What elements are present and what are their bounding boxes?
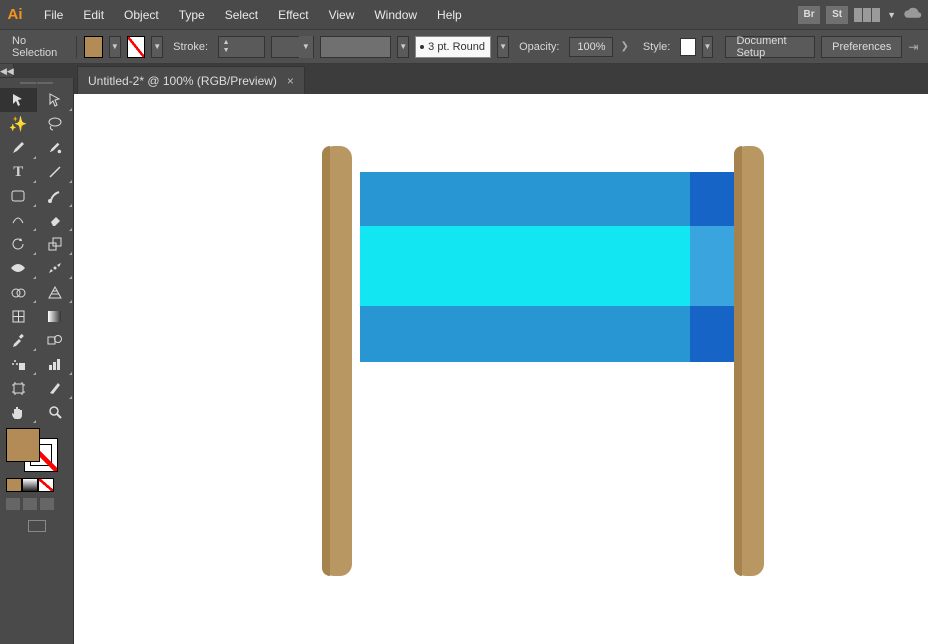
arrange-documents-button[interactable] — [854, 8, 881, 22]
selection-tool[interactable] — [0, 88, 37, 112]
document-tab[interactable]: Untitled-2* @ 100% (RGB/Preview) × — [77, 66, 305, 94]
fill-swatch[interactable] — [84, 36, 103, 58]
width-tool[interactable] — [0, 256, 37, 280]
blend-tool[interactable] — [37, 328, 74, 352]
panel-collapse-button[interactable]: ◀◀ — [0, 64, 14, 78]
color-mode-none[interactable] — [38, 478, 54, 492]
left-post-shape — [322, 146, 352, 576]
menu-help[interactable]: Help — [427, 0, 472, 30]
style-dropdown[interactable]: ▼ — [702, 36, 714, 58]
app-logo: Ai — [4, 4, 26, 26]
free-transform-tool[interactable] — [37, 256, 74, 280]
tools-panel: ✨ T — [0, 78, 74, 644]
opacity-flyout[interactable]: ❯ — [616, 41, 632, 52]
preferences-button[interactable]: Preferences — [821, 36, 902, 58]
color-mode-solid[interactable] — [6, 478, 22, 492]
graphic-style-swatch[interactable] — [680, 38, 695, 56]
gpu-icon[interactable] — [902, 6, 924, 24]
stroke-profile-dropdown[interactable]: ▼ — [497, 36, 509, 58]
gradient-tool[interactable] — [37, 304, 74, 328]
color-mode-gradient[interactable] — [22, 478, 38, 492]
scale-tool[interactable] — [37, 232, 74, 256]
menu-select[interactable]: Select — [215, 0, 268, 30]
style-label: Style: — [639, 39, 675, 55]
line-tool[interactable] — [37, 160, 74, 184]
draw-behind[interactable] — [23, 498, 37, 510]
brush-dropdown[interactable]: ▼ — [397, 36, 409, 58]
menu-type[interactable]: Type — [169, 0, 215, 30]
close-tab-icon[interactable]: × — [287, 74, 294, 88]
opacity-input[interactable]: 100% — [569, 37, 613, 57]
lasso-tool[interactable] — [37, 112, 74, 136]
stroke-swatch[interactable] — [127, 36, 146, 58]
perspective-tool[interactable] — [37, 280, 74, 304]
fill-stroke-indicator[interactable] — [0, 424, 73, 536]
type-tool[interactable]: T — [0, 160, 37, 184]
menu-file[interactable]: File — [34, 0, 73, 30]
mesh-tool[interactable] — [0, 304, 37, 328]
artboard-tool[interactable] — [0, 376, 37, 400]
draw-mode-row — [6, 498, 67, 510]
menu-object[interactable]: Object — [114, 0, 169, 30]
screen-mode-button[interactable] — [28, 520, 46, 532]
magic-wand-tool[interactable]: ✨ — [0, 112, 37, 136]
slice-tool[interactable] — [37, 376, 74, 400]
stroke-dropdown[interactable]: ▼ — [151, 36, 163, 58]
artboard-canvas[interactable] — [74, 94, 928, 644]
bridge-button[interactable]: Br — [798, 6, 820, 24]
hand-tool[interactable] — [0, 400, 37, 424]
control-overflow-icon[interactable]: ⇥ — [908, 40, 920, 54]
variable-width-profile[interactable]: ▼ — [271, 36, 314, 58]
control-bar: No Selection ▼ ▼ Stroke: ▲▼ ▼ ▼ 3 pt. Ro… — [0, 30, 928, 64]
stroke-profile-select[interactable]: 3 pt. Round — [415, 36, 491, 58]
symbol-sprayer-tool[interactable] — [0, 352, 37, 376]
shaper-tool[interactable] — [0, 208, 37, 232]
graph-tool[interactable] — [37, 352, 74, 376]
selection-status: No Selection — [8, 33, 68, 61]
stroke-label: Stroke: — [169, 39, 212, 55]
right-post-shape — [734, 146, 764, 576]
document-setup-button[interactable]: Document Setup — [725, 36, 815, 58]
color-mode-row — [6, 478, 67, 492]
fill-color-swatch[interactable] — [6, 428, 40, 462]
document-tab-bar: Untitled-2* @ 100% (RGB/Preview) × — [0, 64, 928, 94]
brush-definition[interactable] — [320, 36, 391, 58]
rectangle-tool[interactable] — [0, 184, 37, 208]
menu-edit[interactable]: Edit — [73, 0, 114, 30]
zoom-tool[interactable] — [37, 400, 74, 424]
menubar: Ai File Edit Object Type Select Effect V… — [0, 0, 928, 30]
shape-builder-tool[interactable] — [0, 280, 37, 304]
eraser-tool[interactable] — [37, 208, 74, 232]
direct-selection-tool[interactable] — [37, 88, 74, 112]
stock-button[interactable]: St — [826, 6, 848, 24]
brush-tool[interactable] — [37, 184, 74, 208]
fill-dropdown[interactable]: ▼ — [109, 36, 121, 58]
panel-gripper[interactable] — [0, 78, 73, 88]
rotate-tool[interactable] — [0, 232, 37, 256]
menu-effect[interactable]: Effect — [268, 0, 318, 30]
opacity-label: Opacity: — [515, 39, 563, 55]
chevron-down-icon: ▼ — [887, 10, 896, 20]
draw-inside[interactable] — [40, 498, 54, 510]
eyedropper-tool[interactable] — [0, 328, 37, 352]
pen-tool[interactable] — [0, 136, 37, 160]
menu-view[interactable]: View — [319, 0, 365, 30]
menu-window[interactable]: Window — [364, 0, 427, 30]
document-tab-label: Untitled-2* @ 100% (RGB/Preview) — [88, 74, 277, 88]
draw-normal[interactable] — [6, 498, 20, 510]
curvature-tool[interactable] — [37, 136, 74, 160]
stroke-weight-input[interactable]: ▲▼ — [218, 36, 265, 58]
banner-shape — [360, 172, 736, 362]
